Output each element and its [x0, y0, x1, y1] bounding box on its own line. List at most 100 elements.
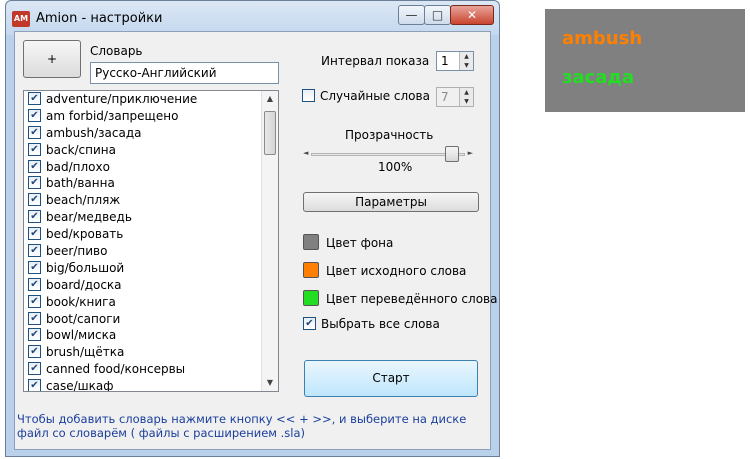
- word-list-item[interactable]: ✔ big/большой: [24, 260, 278, 277]
- start-button[interactable]: Старт: [304, 360, 478, 397]
- word-check-icon[interactable]: ✔: [28, 142, 41, 156]
- spin-down-icon[interactable]: ▼: [460, 61, 473, 70]
- word-list-item[interactable]: ✔ book/книга: [24, 294, 278, 311]
- word-label: book/книга: [46, 294, 116, 309]
- word-label: bad/плохо: [46, 159, 110, 174]
- word-list-item[interactable]: ✔ case/шкаф: [24, 378, 278, 392]
- word-label: back/спина: [46, 142, 117, 157]
- word-list-item[interactable]: ✔ beach/пляж: [24, 192, 278, 209]
- interval-spinner[interactable]: 1 ▲ ▼: [436, 51, 474, 71]
- slider-left-arrow-icon[interactable]: ◄: [303, 149, 308, 157]
- scroll-thumb[interactable]: [264, 111, 276, 155]
- word-label: bear/медведь: [46, 210, 132, 225]
- word-label: bath/ванна: [46, 176, 115, 191]
- select-all-checkbox[interactable]: ✔ Выбрать все слова: [303, 317, 440, 331]
- random-words-check-icon[interactable]: [302, 89, 315, 102]
- word-list-item[interactable]: ✔ am forbid/запрещено: [24, 108, 278, 125]
- word-label: beach/пляж: [46, 193, 121, 208]
- word-check-icon[interactable]: ✔: [28, 92, 41, 105]
- word-list-item[interactable]: ✔ board/доска: [24, 277, 278, 294]
- word-list-item[interactable]: ✔ bed/кровать: [24, 226, 278, 243]
- word-label: ambush/засада: [46, 125, 142, 140]
- word-list-item[interactable]: ✔ bear/медведь: [24, 209, 278, 226]
- scroll-down-arrow-icon[interactable]: ▼: [262, 375, 278, 391]
- minimize-button[interactable]: —: [398, 5, 425, 25]
- spin-up-icon[interactable]: ▲: [460, 52, 473, 61]
- word-label: brush/щётка: [46, 345, 125, 360]
- word-list-item[interactable]: ✔ back/спина: [24, 142, 278, 159]
- word-label: adventure/приключение: [46, 92, 198, 106]
- word-check-icon[interactable]: ✔: [28, 362, 41, 376]
- word-list-item[interactable]: ✔ beer/пиво: [24, 243, 278, 260]
- interval-label: Интервал показа: [321, 54, 430, 68]
- dictionary-name-field[interactable]: Русско-Английский: [90, 62, 279, 84]
- word-check-icon[interactable]: ✔: [28, 328, 41, 342]
- translated-color-swatch[interactable]: [303, 290, 319, 306]
- interval-spinner-buttons[interactable]: ▲ ▼: [459, 52, 473, 70]
- word-check-icon[interactable]: ✔: [28, 210, 41, 224]
- spin-down-icon: ▼: [460, 97, 473, 106]
- word-check-icon[interactable]: ✔: [28, 193, 41, 207]
- word-list[interactable]: ✔ adventure/приключение ✔ am forbid/запреще…: [23, 90, 279, 392]
- slider-right-arrow-icon[interactable]: ►: [468, 149, 473, 157]
- word-label: bowl/миска: [46, 328, 117, 343]
- opacity-label: Прозрачность: [345, 128, 434, 142]
- source-color-swatch[interactable]: [303, 262, 319, 278]
- close-button[interactable]: ✕: [450, 5, 494, 25]
- word-check-icon[interactable]: ✔: [28, 159, 41, 173]
- app-logo-icon: AM: [12, 11, 30, 27]
- word-list-item[interactable]: ✔ brush/щётка: [24, 344, 278, 361]
- parameters-button[interactable]: Параметры: [303, 192, 479, 212]
- slider-track: [311, 153, 465, 156]
- title-bar[interactable]: AM Amion - настройки — □ ✕: [6, 1, 499, 35]
- hint-text: Чтобы добавить словарь нажмите кнопку <<…: [17, 412, 467, 440]
- random-words-checkbox[interactable]: Случайные слова: [302, 89, 430, 103]
- word-check-icon[interactable]: ✔: [28, 227, 41, 241]
- word-list-item[interactable]: ✔ bowl/миска: [24, 327, 278, 344]
- translated-color-label: Цвет переведённого слова: [326, 292, 498, 306]
- dictionary-label: Словарь: [90, 44, 143, 58]
- word-list-item[interactable]: ✔ bad/плохо: [24, 159, 278, 176]
- word-list-scrollbar[interactable]: ▲ ▼: [261, 91, 278, 391]
- word-label: boot/сапоги: [46, 311, 121, 326]
- word-check-icon[interactable]: ✔: [28, 345, 41, 359]
- source-color-label: Цвет исходного слова: [326, 264, 467, 278]
- add-dictionary-button[interactable]: +: [23, 40, 81, 78]
- random-words-spinner: 7 ▲ ▼: [436, 87, 474, 107]
- word-label: case/шкаф: [46, 379, 114, 392]
- window-title: Amion - настройки: [36, 11, 163, 26]
- spin-up-icon: ▲: [460, 88, 473, 97]
- slider-thumb[interactable]: [445, 146, 459, 162]
- word-check-icon[interactable]: ✔: [28, 125, 41, 139]
- word-label: board/доска: [46, 277, 122, 292]
- preview-source-word: ambush: [562, 28, 643, 49]
- opacity-value: 100%: [378, 160, 413, 174]
- word-check-icon[interactable]: ✔: [28, 379, 41, 391]
- word-check-icon[interactable]: ✔: [28, 277, 41, 291]
- interval-value: 1: [441, 54, 449, 68]
- word-check-icon[interactable]: ✔: [28, 108, 41, 122]
- word-label: bed/кровать: [46, 227, 124, 242]
- random-spinner-buttons: ▲ ▼: [459, 88, 473, 106]
- preview-translated-word: засада: [562, 67, 635, 88]
- word-check-icon[interactable]: ✔: [28, 294, 41, 308]
- word-list-item[interactable]: ✔ ambush/засада: [24, 125, 278, 142]
- word-list-item[interactable]: ✔ boot/сапоги: [24, 311, 278, 328]
- word-list-item[interactable]: ✔ canned food/консервы: [24, 361, 278, 378]
- select-all-check-icon[interactable]: ✔: [303, 317, 316, 330]
- word-label: big/большой: [46, 260, 125, 275]
- select-all-label: Выбрать все слова: [321, 317, 440, 331]
- word-list-item[interactable]: ✔ bath/ванна: [24, 175, 278, 192]
- word-check-icon[interactable]: ✔: [28, 176, 41, 190]
- word-preview-panel: ambush засада: [545, 9, 745, 112]
- settings-window: AM Amion - настройки — □ ✕ + Словарь Рус…: [5, 0, 500, 457]
- word-check-icon[interactable]: ✔: [28, 260, 41, 274]
- word-check-icon[interactable]: ✔: [28, 311, 41, 325]
- word-list-item[interactable]: ✔ adventure/приключение: [24, 91, 278, 108]
- maximize-button[interactable]: □: [424, 5, 451, 25]
- scroll-up-arrow-icon[interactable]: ▲: [262, 91, 278, 107]
- random-words-value: 7: [441, 90, 449, 104]
- word-check-icon[interactable]: ✔: [28, 244, 41, 258]
- background-color-swatch[interactable]: [303, 234, 319, 250]
- client-area: + Словарь Русско-Английский ✔ adventure/п…: [14, 31, 497, 450]
